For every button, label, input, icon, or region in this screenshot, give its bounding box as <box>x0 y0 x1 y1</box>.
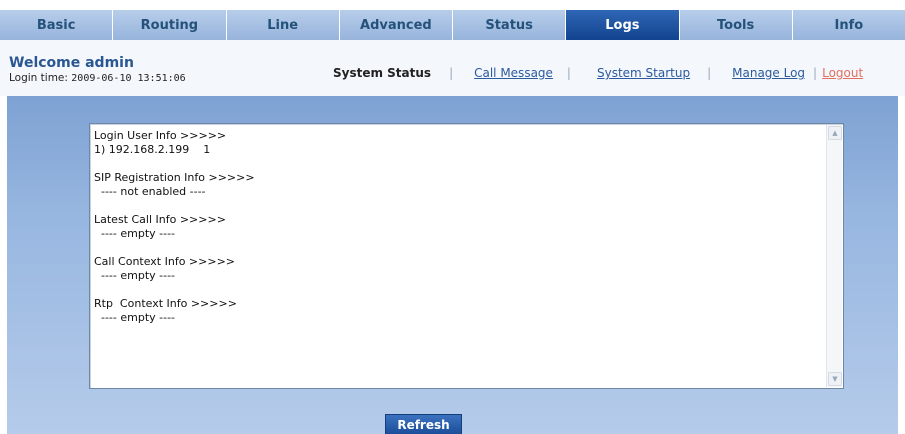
tab-logs[interactable]: Logs <box>566 10 680 40</box>
logout-link[interactable]: Logout <box>822 66 863 80</box>
page-header: Welcome admin Login time: 2009-06-10 13:… <box>0 40 905 96</box>
subnav-separator: | <box>449 66 454 80</box>
subnav-manage-log[interactable]: Manage Log <box>732 66 805 80</box>
tab-info[interactable]: Info <box>792 10 905 40</box>
tab-advanced[interactable]: Advanced <box>339 10 453 40</box>
main-panel: Login User Info >>>>> 1) 192.168.2.199 1… <box>7 96 898 434</box>
tab-tools[interactable]: Tools <box>679 10 793 40</box>
tab-basic[interactable]: Basic <box>0 10 114 40</box>
welcome-text: Welcome admin <box>9 55 134 71</box>
top-navigation: Basic Routing Line Advanced Status Logs … <box>0 10 905 40</box>
tab-routing[interactable]: Routing <box>113 10 227 40</box>
log-scrollbar[interactable]: ▲ ▼ <box>826 125 842 387</box>
login-time-label: Login time: <box>9 72 68 84</box>
system-status-log[interactable]: Login User Info >>>>> 1) 192.168.2.199 1… <box>89 123 844 389</box>
log-text: Login User Info >>>>> 1) 192.168.2.199 1… <box>94 129 255 324</box>
log-subnav: System Status | Call Message | System St… <box>333 66 863 80</box>
login-time: Login time: 2009-06-10 13:51:06 <box>9 72 186 84</box>
subnav-system-startup[interactable]: System Startup <box>597 66 690 80</box>
subnav-separator: | <box>813 66 818 80</box>
chevron-up-icon[interactable]: ▲ <box>828 126 842 140</box>
tab-status[interactable]: Status <box>453 10 567 40</box>
subnav-call-message[interactable]: Call Message <box>474 66 553 80</box>
login-time-value: 2009-06-10 13:51:06 <box>71 73 186 84</box>
tab-line[interactable]: Line <box>226 10 340 40</box>
chevron-down-icon[interactable]: ▼ <box>828 372 842 386</box>
subnav-system-status[interactable]: System Status <box>333 66 431 80</box>
subnav-separator: | <box>566 66 571 80</box>
subnav-separator: | <box>707 66 712 80</box>
refresh-button[interactable]: Refresh <box>385 414 462 434</box>
